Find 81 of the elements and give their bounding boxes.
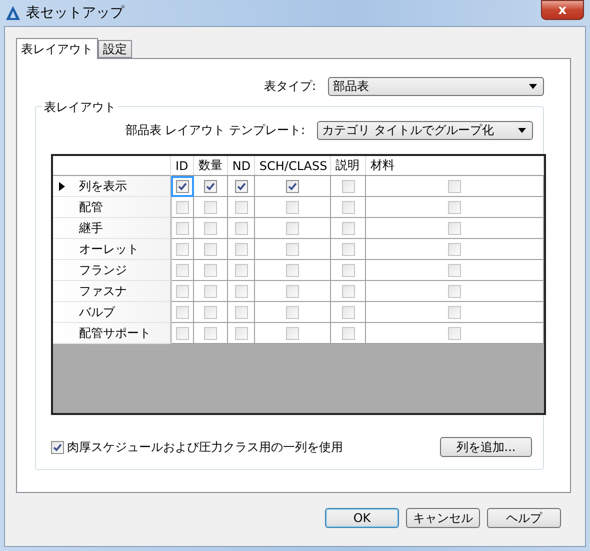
checkbox[interactable] [234,284,248,298]
add-column-button[interactable]: 列を追加... [440,437,532,457]
checkbox[interactable] [204,180,218,192]
column-header: 材料 [366,156,544,176]
checkbox[interactable] [448,242,462,256]
column-header: 数量 [194,156,228,176]
app-logo-icon [6,6,20,20]
checkbox[interactable] [204,242,218,256]
row-header[interactable]: ファスナ [53,280,171,302]
checkbox[interactable] [342,306,355,318]
checkbox[interactable] [176,222,190,234]
dialog-button[interactable]: OK [325,508,399,528]
checkbox[interactable] [286,222,300,234]
checkbox[interactable] [176,200,190,214]
checkbox[interactable] [286,284,300,298]
checkbox[interactable] [204,306,218,318]
checkbox[interactable] [176,180,190,192]
checkbox[interactable] [51,440,64,454]
checkbox[interactable] [176,326,190,340]
column-header: ND [228,156,255,176]
current-row-icon [59,182,65,190]
checkbox[interactable] [286,264,300,276]
checkbox[interactable] [286,200,300,214]
checkbox[interactable] [342,242,355,256]
checkbox[interactable] [342,180,355,192]
caret-icon [518,128,526,133]
checkbox[interactable] [204,326,218,340]
row-header[interactable]: 継手 [53,218,171,238]
checkbox[interactable] [286,242,300,256]
checkbox[interactable] [286,326,300,340]
option-checkbox[interactable]: 肉厚スケジュールおよび圧力クラス用の一列を使用 [51,438,343,456]
checkbox[interactable] [234,242,248,256]
checkbox[interactable] [448,222,462,234]
column-header: SCH/CLASS [254,156,331,176]
row-header[interactable]: 配管 [53,196,171,218]
checkbox[interactable] [286,306,300,318]
checkbox[interactable] [204,264,218,276]
checkbox[interactable] [204,222,218,234]
field-label: 部品表 レイアウト テンプレート: [125,122,305,139]
checkbox[interactable] [448,264,462,276]
checkbox[interactable] [448,326,462,340]
checkbox[interactable] [234,222,248,234]
checkbox[interactable] [448,306,462,318]
checkbox[interactable] [234,200,248,214]
template-dropdown[interactable]: カテゴリ タイトルでグループ化 [317,121,533,140]
checkbox[interactable] [234,306,248,318]
checkbox[interactable] [342,326,355,340]
checkbox[interactable] [342,284,355,298]
checkbox[interactable] [176,264,190,276]
checkbox[interactable] [286,180,300,192]
checkbox[interactable] [448,200,462,214]
row-header[interactable]: 列を表示 [53,176,171,196]
window-title: 表セットアップ [26,4,126,22]
field-label: 表タイプ: [264,78,316,95]
checkbox[interactable] [204,284,218,298]
checkbox[interactable] [342,200,355,214]
checkbox[interactable] [234,264,248,276]
close-button[interactable]: x [541,0,584,20]
checkbox[interactable] [176,284,190,298]
group-title: 表レイアウト [42,99,118,116]
checkbox[interactable] [176,306,190,318]
table-type-dropdown[interactable]: 部品表 [328,77,544,96]
checkbox[interactable] [234,180,248,192]
checkbox[interactable] [234,326,248,340]
column-header: ID [170,156,194,176]
dialog-button[interactable]: キャンセル [406,508,480,528]
row-header[interactable]: バルブ [53,302,171,322]
checkbox[interactable] [204,200,218,214]
tab[interactable]: 設定 [98,40,132,58]
row-header[interactable]: フランジ [53,260,171,280]
row-header[interactable]: オーレット [53,238,171,260]
column-header: 説明 [330,156,366,176]
checkbox[interactable] [342,222,355,234]
checkbox[interactable] [448,180,462,192]
checkbox[interactable] [448,284,462,298]
dialog-button[interactable]: ヘルプ [487,508,561,528]
tab[interactable]: 表レイアウト [16,38,98,59]
caret-icon [529,84,537,89]
row-header[interactable]: 配管サポート [53,322,171,344]
checkbox[interactable] [342,264,355,276]
checkbox[interactable] [176,242,190,256]
